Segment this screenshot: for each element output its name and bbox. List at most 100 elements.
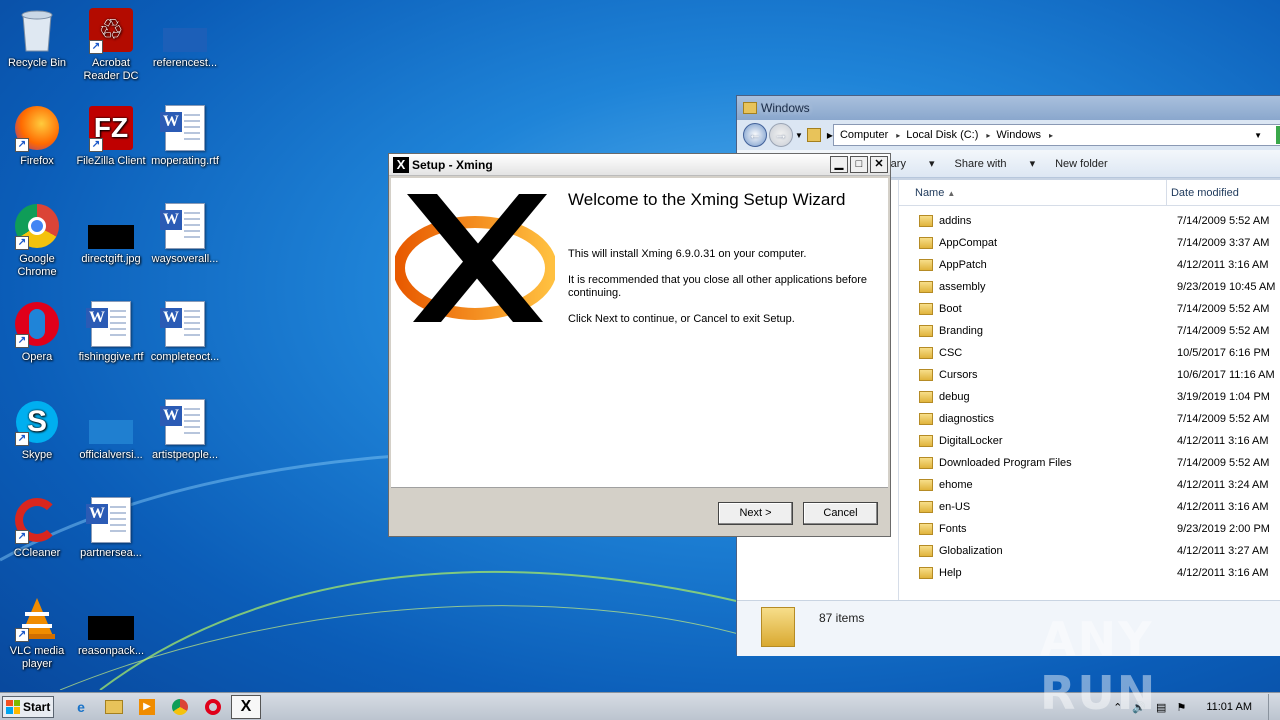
folder-icon [806,128,821,142]
file-explorer-icon[interactable] [99,695,129,719]
include-in-library-button[interactable]: rary ▾ [887,157,935,170]
minimize-button[interactable]: ▁ [830,156,848,173]
desktop-icon-completeoct[interactable]: W completeoct... [148,300,222,364]
file-name-cell: AppPatch [899,259,1171,271]
desktop-icon-recycle-bin[interactable]: Recycle Bin [0,6,74,70]
new-folder-button[interactable]: New folder [1055,158,1108,170]
file-date-cell: 7/14/2009 5:52 AM [1177,457,1270,469]
file-row[interactable]: Boot 7/14/2009 5:52 AM [899,298,1280,320]
filezilla-icon: FZ ↗ [87,104,135,152]
breadcrumb-separator-icon[interactable]: ▸ [896,131,900,140]
file-name-cell: Cursors [899,369,1171,381]
desktop-icon-directgift[interactable]: directgift.jpg [74,202,148,266]
file-date-cell: 7/14/2009 5:52 AM [1177,325,1270,337]
address-dropdown-icon[interactable]: ▼ [1254,131,1262,140]
file-date-cell: 7/14/2009 5:52 AM [1177,303,1270,315]
desktop-icon-reasonpack[interactable]: reasonpack... [74,594,148,658]
maximize-button[interactable]: □ [850,156,868,173]
skype-icon: S ↗ [13,398,61,446]
internet-explorer-icon[interactable]: e [66,695,96,719]
file-name-cell: assembly [899,281,1171,293]
setup-dialog[interactable]: X Setup - Xming ▁ □ ✕ Welcome to the Xmi… [388,153,891,537]
opera-taskbar-icon[interactable] [198,695,228,719]
file-row[interactable]: diagnostics 7/14/2009 5:52 AM [899,408,1280,430]
recycle-bin-icon [13,6,61,54]
file-row[interactable]: AppCompat 7/14/2009 3:37 AM [899,232,1280,254]
file-name-cell: DigitalLocker [899,435,1171,447]
file-row[interactable]: addins 7/14/2009 5:52 AM [899,210,1280,232]
desktop-icon-chrome[interactable]: ↗ Google Chrome [0,202,74,279]
word-doc-icon: W [86,300,135,348]
explorer-title: Windows [761,101,810,115]
desktop-icon-referencest[interactable]: referencest... [148,6,222,70]
desktop-icon-acrobat[interactable]: ♲ ↗ Acrobat Reader DC [74,6,148,83]
address-bar[interactable]: Computer ▸ Local Disk (C:) ▸ Windows ▸ ▼… [832,124,1280,146]
desktop-icon-partnersea[interactable]: W partnersea... [74,496,148,560]
cancel-button[interactable]: Cancel [803,502,878,525]
file-row[interactable]: debug 3/19/2019 1:04 PM [899,386,1280,408]
desktop-icon-fishinggive[interactable]: W fishinggive.rtf [74,300,148,364]
folder-icon [919,215,933,227]
breadcrumb-separator-icon[interactable]: ▸ [986,131,990,140]
desktop-icon-vlc[interactable]: ↗ VLC media player [0,594,74,671]
breadcrumb-computer[interactable]: Computer [840,129,888,141]
acrobat-icon: ♲ ↗ [87,6,135,54]
desktop-icon-filezilla[interactable]: FZ ↗ FileZilla Client [74,104,148,168]
desktop-icon-moperating[interactable]: W moperating.rtf [148,104,222,168]
chrome-taskbar-icon[interactable] [165,695,195,719]
breadcrumb-separator-icon[interactable]: ▸ [1049,131,1053,140]
file-name-cell: CSC [899,347,1171,359]
explorer-titlebar[interactable]: Windows [737,96,1280,120]
chrome-icon: ↗ [13,202,61,250]
setup-titlebar[interactable]: X Setup - Xming ▁ □ ✕ [389,154,890,176]
folder-icon [919,369,933,381]
next-button[interactable]: Next > [718,502,793,525]
folder-icon [919,457,933,469]
breadcrumb-windows[interactable]: Windows [996,129,1041,141]
desktop-icon-ccleaner[interactable]: ↗ CCleaner [0,496,74,560]
start-button[interactable]: Start [2,695,54,718]
back-button[interactable]: ← [743,123,767,147]
word-doc-icon: W [160,202,209,250]
file-date-cell: 7/14/2009 5:52 AM [1177,215,1270,227]
file-row[interactable]: Fonts 9/23/2019 2:00 PM [899,518,1280,540]
xming-taskbar-icon[interactable]: X [231,694,261,719]
breadcrumb-local-disk[interactable]: Local Disk (C:) [906,129,978,141]
wizard-heading: Welcome to the Xming Setup Wizard [568,190,846,209]
file-row[interactable]: DigitalLocker 4/12/2011 3:16 AM [899,430,1280,452]
folder-icon [919,479,933,491]
file-list[interactable]: Name ▲ Date modified addins 7/14/2009 5:5… [899,180,1280,600]
file-row[interactable]: Cursors 10/6/2017 11:16 AM [899,364,1280,386]
desktop-icon-officialversi[interactable]: officialversi... [74,398,148,462]
column-header-date[interactable]: Date modified [1167,180,1280,205]
file-row[interactable]: en-US 4/12/2011 3:16 AM [899,496,1280,518]
file-row[interactable]: ehome 4/12/2011 3:24 AM [899,474,1280,496]
desktop-icon-firefox[interactable]: ↗ Firefox [0,104,74,168]
word-doc-icon: W [160,104,209,152]
column-header-name[interactable]: Name ▲ [899,180,1167,205]
file-row[interactable]: Downloaded Program Files 7/14/2009 5:52 A… [899,452,1280,474]
file-row[interactable]: CSC 10/5/2017 6:16 PM [899,342,1280,364]
file-name-cell: en-US [899,501,1171,513]
desktop-icon-opera[interactable]: ↗ Opera [0,300,74,364]
desktop-icon-skype[interactable]: S ↗ Skype [0,398,74,462]
chevron-down-icon[interactable]: ▼ [795,131,803,140]
file-row[interactable]: assembly 9/23/2019 10:45 AM [899,276,1280,298]
file-name-cell: AppCompat [899,237,1171,249]
forward-button[interactable]: → [769,123,793,147]
file-row[interactable]: Help 4/12/2011 3:16 AM [899,562,1280,584]
file-row[interactable]: Globalization 4/12/2011 3:27 AM [899,540,1280,562]
folder-icon [919,391,933,403]
file-date-cell: 4/12/2011 3:16 AM [1177,259,1269,271]
file-row[interactable]: AppPatch 4/12/2011 3:16 AM [899,254,1280,276]
refresh-icon[interactable]: ⇆ [1276,126,1280,144]
desktop-icon-artistpeople[interactable]: W artistpeople... [148,398,222,462]
file-row[interactable]: Branding 7/14/2009 5:52 AM [899,320,1280,342]
file-name-cell: debug [899,391,1171,403]
share-with-button[interactable]: Share with ▾ [955,157,1036,170]
desktop-icon-waysoverall[interactable]: W waysoverall... [148,202,222,266]
close-button[interactable]: ✕ [870,156,888,173]
file-date-cell: 4/12/2011 3:16 AM [1177,567,1269,579]
media-player-icon[interactable]: ▶ [132,695,162,719]
address-row: ← → ▼ ▸ Computer ▸ Local Disk (C:) ▸ Win… [737,120,1280,150]
